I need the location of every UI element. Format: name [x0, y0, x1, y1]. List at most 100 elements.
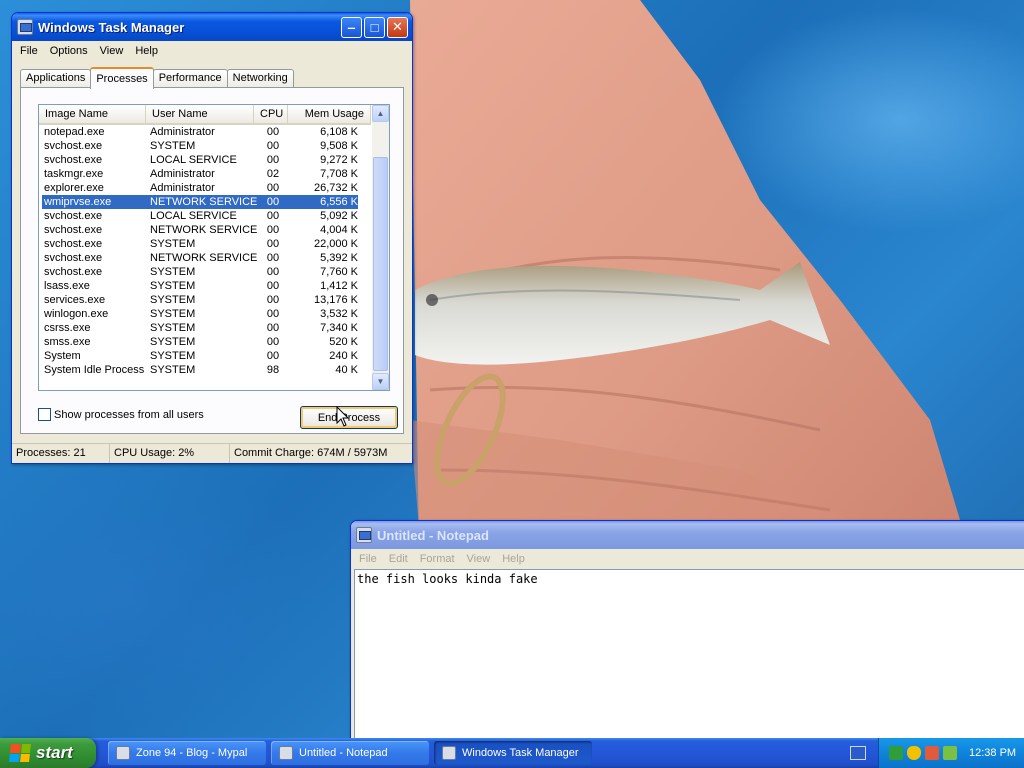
table-row[interactable]: explorer.exe Administrator 00 26,732 K	[42, 181, 358, 195]
show-all-users-row[interactable]: Show processes from all users	[38, 408, 204, 421]
close-button[interactable]: ✕	[387, 16, 408, 38]
cell-user-name: LOCAL SERVICE	[150, 210, 237, 222]
cell-user-name: SYSTEM	[150, 266, 196, 278]
notepad-menu-view[interactable]: View	[461, 549, 497, 569]
table-row[interactable]: services.exe SYSTEM 00 13,176 K	[42, 293, 358, 307]
cell-cpu: 98	[266, 364, 280, 376]
table-row[interactable]: lsass.exe SYSTEM 00 1,412 K	[42, 279, 358, 293]
cell-cpu: 00	[266, 252, 280, 264]
cell-mem-usage: 26,732 K	[313, 182, 358, 194]
tab-networking[interactable]: Networking	[226, 69, 294, 88]
menu-help[interactable]: Help	[129, 41, 164, 61]
cell-mem-usage: 22,000 K	[313, 238, 358, 250]
scroll-down-button[interactable]: ▼	[372, 373, 389, 390]
notepad-title: Untitled - Notepad	[377, 527, 489, 543]
table-row[interactable]: csrss.exe SYSTEM 00 7,340 K	[42, 321, 358, 335]
table-row[interactable]: winlogon.exe SYSTEM 00 3,532 K	[42, 307, 358, 321]
keyboard-language-icon[interactable]	[850, 746, 866, 760]
scroll-thumb[interactable]	[373, 157, 388, 371]
taskbar-button-task-manager[interactable]: Windows Task Manager	[434, 741, 592, 765]
cell-cpu: 00	[266, 140, 280, 152]
notepad-menubar: File Edit Format View Help	[351, 549, 1024, 569]
notepad-text-area[interactable]: the fish looks kinda fake	[354, 569, 1024, 741]
process-list-header: Image Name User Name CPU Mem Usage	[39, 105, 371, 125]
task-manager-window[interactable]: Windows Task Manager ‒ □ ✕ File Options …	[11, 12, 413, 464]
table-row[interactable]: svchost.exe SYSTEM 00 22,000 K	[42, 237, 358, 251]
show-all-users-checkbox[interactable]	[38, 408, 51, 421]
menu-options[interactable]: Options	[44, 41, 94, 61]
cell-mem-usage: 5,392 K	[320, 252, 358, 264]
tab-applications[interactable]: Applications	[20, 69, 92, 88]
menu-view[interactable]: View	[94, 41, 130, 61]
task-manager-title: Windows Task Manager	[38, 19, 185, 35]
minimize-icon: ‒	[347, 19, 356, 35]
column-mem-usage[interactable]: Mem Usage	[288, 105, 371, 125]
cell-user-name: Administrator	[150, 168, 215, 180]
table-row[interactable]: svchost.exe NETWORK SERVICE 00 4,004 K	[42, 223, 358, 237]
table-row[interactable]: svchost.exe LOCAL SERVICE 00 5,092 K	[42, 209, 358, 223]
cell-image-name: System	[44, 350, 81, 362]
table-row[interactable]: svchost.exe SYSTEM 00 7,760 K	[42, 265, 358, 279]
table-row[interactable]: System SYSTEM 00 240 K	[42, 349, 358, 363]
cell-mem-usage: 6,108 K	[320, 126, 358, 138]
notepad-titlebar[interactable]: Untitled - Notepad	[351, 521, 1024, 549]
notepad-menu-file[interactable]: File	[353, 549, 383, 569]
table-row[interactable]: svchost.exe NETWORK SERVICE 00 5,392 K	[42, 251, 358, 265]
network-icon[interactable]	[889, 746, 903, 760]
safely-remove-icon[interactable]	[943, 746, 957, 760]
notepad-menu-format[interactable]: Format	[414, 549, 461, 569]
minimize-button[interactable]: ‒	[341, 16, 362, 38]
table-row[interactable]: taskmgr.exe Administrator 02 7,708 K	[42, 167, 358, 181]
maximize-button[interactable]: □	[364, 16, 385, 38]
cell-mem-usage: 3,532 K	[320, 308, 358, 320]
cell-image-name: svchost.exe	[44, 266, 103, 278]
cell-user-name: SYSTEM	[150, 308, 196, 320]
taskbar-button-mypal[interactable]: Zone 94 - Blog - Mypal	[108, 741, 266, 765]
table-row[interactable]: notepad.exe Administrator 00 6,108 K	[42, 125, 358, 139]
tab-processes[interactable]: Processes	[90, 67, 154, 89]
notepad-menu-edit[interactable]: Edit	[383, 549, 414, 569]
start-button[interactable]: start	[0, 738, 96, 768]
table-row[interactable]: svchost.exe LOCAL SERVICE 00 9,272 K	[42, 153, 358, 167]
taskbar-button-label: Zone 94 - Blog - Mypal	[136, 747, 248, 759]
process-list-scrollbar[interactable]: ▲ ▼	[372, 105, 389, 390]
cell-user-name: SYSTEM	[150, 350, 196, 362]
table-row[interactable]: System Idle Process SYSTEM 98 40 K	[42, 363, 358, 377]
table-row[interactable]: wmiprvse.exe NETWORK SERVICE 00 6,556 K	[42, 195, 358, 209]
start-label: start	[36, 743, 73, 762]
security-shield-icon[interactable]	[907, 746, 921, 760]
status-commit-charge: Commit Charge: 674M / 5973M	[234, 447, 388, 459]
chevron-up-icon: ▲	[376, 109, 385, 118]
menu-file[interactable]: File	[14, 41, 44, 61]
cell-cpu: 00	[266, 210, 280, 222]
cell-user-name: SYSTEM	[150, 322, 196, 334]
chevron-down-icon: ▼	[376, 377, 385, 386]
cell-image-name: explorer.exe	[44, 182, 104, 194]
cell-image-name: svchost.exe	[44, 154, 103, 166]
notepad-window[interactable]: Untitled - Notepad File Edit Format View…	[350, 520, 1024, 742]
status-cpu-usage: CPU Usage: 2%	[110, 444, 230, 463]
cell-mem-usage: 13,176 K	[313, 294, 358, 306]
column-image-name[interactable]: Image Name	[39, 105, 146, 125]
column-cpu[interactable]: CPU	[254, 105, 288, 125]
cell-mem-usage: 40 K	[335, 364, 358, 376]
process-rows: notepad.exe Administrator 00 6,108 Ksvchost…	[42, 125, 358, 377]
task-manager-titlebar[interactable]: Windows Task Manager ‒ □ ✕	[12, 13, 412, 41]
cell-mem-usage: 1,412 K	[320, 280, 358, 292]
table-row[interactable]: smss.exe SYSTEM 00 520 K	[42, 335, 358, 349]
notepad-menu-help[interactable]: Help	[496, 549, 531, 569]
taskbar-button-notepad[interactable]: Untitled - Notepad	[271, 741, 429, 765]
notepad-icon	[356, 527, 372, 543]
cell-image-name: services.exe	[44, 294, 106, 306]
tray-app-icon[interactable]	[925, 746, 939, 760]
cell-cpu: 00	[266, 182, 280, 194]
tab-performance[interactable]: Performance	[152, 69, 228, 88]
scroll-up-button[interactable]: ▲	[372, 105, 389, 122]
cell-cpu: 00	[266, 294, 280, 306]
process-list[interactable]: Image Name User Name CPU Mem Usage notep…	[38, 104, 390, 391]
cell-image-name: svchost.exe	[44, 252, 103, 264]
table-row[interactable]: svchost.exe SYSTEM 00 9,508 K	[42, 139, 358, 153]
task-manager-tabs: Applications Processes Performance Netwo…	[20, 67, 294, 89]
clock[interactable]: 12:38 PM	[969, 747, 1016, 759]
column-user-name[interactable]: User Name	[146, 105, 254, 125]
